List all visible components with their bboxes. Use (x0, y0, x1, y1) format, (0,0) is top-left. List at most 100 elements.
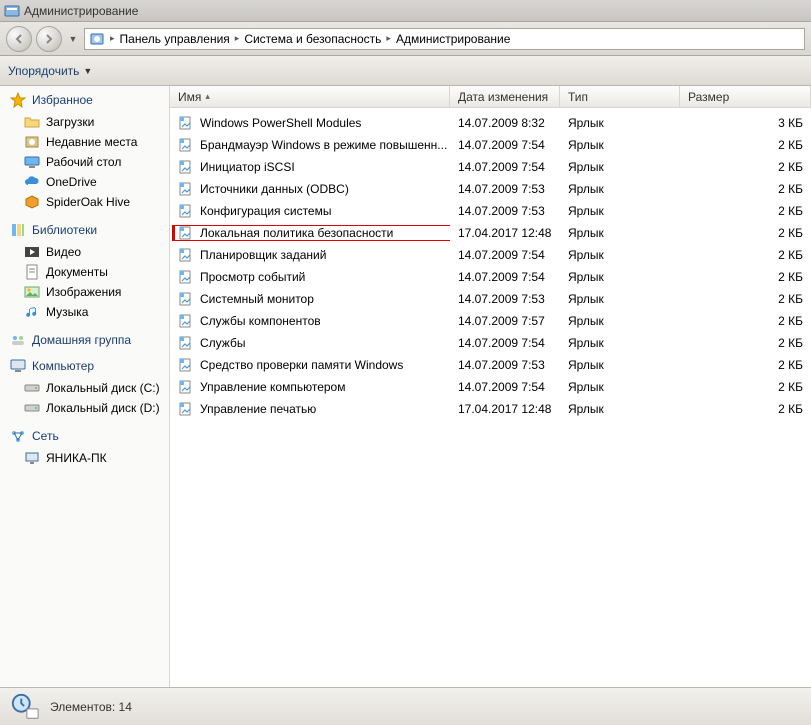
content-area: Избранное Загрузки Недавние места Рабочи… (0, 86, 811, 687)
video-icon (24, 244, 40, 260)
sidebar-label: Локальный диск (C:) (46, 381, 160, 395)
file-name-cell: Системный монитор (170, 291, 450, 307)
sidebar-label: Недавние места (46, 135, 137, 149)
file-row[interactable]: Локальная политика безопасности 17.04.201… (170, 222, 811, 244)
column-date[interactable]: Дата изменения (450, 86, 560, 107)
file-row[interactable]: Инициатор iSCSI14.07.2009 7:54Ярлык2 КБ (170, 156, 811, 178)
sidebar-item-recent[interactable]: Недавние места (10, 132, 169, 152)
sidebar-item-downloads[interactable]: Загрузки (10, 112, 169, 132)
file-row[interactable]: Просмотр событий14.07.2009 7:54Ярлык2 КБ (170, 266, 811, 288)
computer-icon (10, 358, 26, 374)
file-size: 2 КБ (680, 248, 811, 262)
breadcrumb-label: Панель управления (120, 32, 230, 46)
address-bar[interactable]: ▸ Панель управления ▸ Система и безопасн… (84, 28, 805, 50)
file-row[interactable]: Источники данных (ODBC)14.07.2009 7:53Яр… (170, 178, 811, 200)
shortcut-icon (178, 379, 194, 395)
file-name: Локальная политика безопасности (200, 226, 393, 240)
window-icon (4, 3, 20, 19)
column-type[interactable]: Тип (560, 86, 680, 107)
hive-icon (24, 194, 40, 210)
file-type: Ярлык (560, 226, 680, 240)
sidebar-item-video[interactable]: Видео (10, 242, 169, 262)
column-name[interactable]: Имя ▴ (170, 86, 450, 107)
file-type: Ярлык (560, 358, 680, 372)
sidebar-header-computer[interactable]: Компьютер (10, 358, 169, 374)
sidebar-item-music[interactable]: Музыка (10, 302, 169, 322)
file-date: 14.07.2009 7:54 (450, 248, 560, 262)
file-name-cell: Просмотр событий (170, 269, 450, 285)
file-type: Ярлык (560, 138, 680, 152)
sidebar-label: SpiderOak Hive (46, 195, 130, 209)
shortcut-icon (178, 203, 194, 219)
file-row[interactable]: Управление компьютером14.07.2009 7:54Ярл… (170, 376, 811, 398)
breadcrumb-seg[interactable]: ▸ Администрирование (383, 32, 510, 46)
sidebar-item-disk-d[interactable]: Локальный диск (D:) (10, 398, 169, 418)
sidebar-label: Загрузки (46, 115, 94, 129)
file-date: 17.04.2017 12:48 (450, 226, 560, 240)
libraries-icon (10, 222, 26, 238)
file-row[interactable]: Службы14.07.2009 7:54Ярлык2 КБ (170, 332, 811, 354)
column-size[interactable]: Размер (680, 86, 811, 107)
file-name-cell: Локальная политика безопасности (170, 225, 450, 241)
chevron-right-icon: ▸ (232, 33, 243, 44)
sidebar-item-disk-c[interactable]: Локальный диск (C:) (10, 378, 169, 398)
breadcrumb-seg[interactable]: ▸ Система и безопасность (232, 32, 382, 46)
sidebar-item-spideroak[interactable]: SpiderOak Hive (10, 192, 169, 212)
file-row[interactable]: Управление печатью17.04.2017 12:48Ярлык2… (170, 398, 811, 420)
breadcrumb-seg[interactable]: ▸ Панель управления (107, 32, 230, 46)
file-row[interactable]: Брандмауэр Windows в режиме повышенн...1… (170, 134, 811, 156)
sidebar-header-homegroup[interactable]: Домашняя группа (10, 332, 169, 348)
sidebar: Избранное Загрузки Недавние места Рабочи… (0, 86, 170, 687)
file-type: Ярлык (560, 116, 680, 130)
file-name: Службы (200, 336, 245, 350)
file-name: Брандмауэр Windows в режиме повышенн... (200, 138, 447, 152)
file-size: 2 КБ (680, 380, 811, 394)
sidebar-label: Рабочий стол (46, 155, 121, 169)
sidebar-item-onedrive[interactable]: OneDrive (10, 172, 169, 192)
sidebar-item-documents[interactable]: Документы (10, 262, 169, 282)
column-label: Дата изменения (458, 90, 548, 104)
homegroup-icon (10, 332, 26, 348)
file-type: Ярлык (560, 402, 680, 416)
file-row[interactable]: Планировщик заданий14.07.2009 7:54Ярлык2… (170, 244, 811, 266)
file-size: 2 КБ (680, 204, 811, 218)
sort-asc-icon: ▴ (205, 91, 210, 102)
column-headers: Имя ▴ Дата изменения Тип Размер (170, 86, 811, 108)
sidebar-item-images[interactable]: Изображения (10, 282, 169, 302)
file-row[interactable]: Системный монитор14.07.2009 7:53Ярлык2 К… (170, 288, 811, 310)
shortcut-icon (178, 313, 194, 329)
status-text: Элементов: 14 (50, 700, 132, 714)
file-date: 14.07.2009 7:53 (450, 358, 560, 372)
file-row[interactable]: Средство проверки памяти Windows14.07.20… (170, 354, 811, 376)
back-button[interactable] (6, 26, 32, 52)
sidebar-label: Локальный диск (D:) (46, 401, 160, 415)
organize-button[interactable]: Упорядочить ▼ (8, 64, 92, 78)
file-name: Системный монитор (200, 292, 314, 306)
status-bar: Элементов: 14 (0, 687, 811, 725)
file-name: Windows PowerShell Modules (200, 116, 361, 130)
file-size: 2 КБ (680, 226, 811, 240)
titlebar: Администрирование (0, 0, 811, 22)
file-date: 14.07.2009 7:54 (450, 138, 560, 152)
file-name-cell: Windows PowerShell Modules (170, 115, 450, 131)
desktop-icon (24, 154, 40, 170)
file-row[interactable]: Windows PowerShell Modules14.07.2009 8:3… (170, 112, 811, 134)
sidebar-item-network-pc[interactable]: ЯНИКА-ПК (10, 448, 169, 468)
file-row[interactable]: Конфигурация системы14.07.2009 7:53Ярлык… (170, 200, 811, 222)
nav-history-dropdown[interactable]: ▼ (66, 34, 80, 44)
organize-label: Упорядочить (8, 64, 79, 78)
sidebar-item-desktop[interactable]: Рабочий стол (10, 152, 169, 172)
file-name-cell: Средство проверки памяти Windows (170, 357, 450, 373)
file-row[interactable]: Службы компонентов14.07.2009 7:57Ярлык2 … (170, 310, 811, 332)
breadcrumb-label: Система и безопасность (244, 32, 381, 46)
sidebar-header-network[interactable]: Сеть (10, 428, 169, 444)
file-date: 17.04.2017 12:48 (450, 402, 560, 416)
sidebar-header-libraries[interactable]: Библиотеки (10, 222, 169, 238)
sidebar-label: ЯНИКА-ПК (46, 451, 107, 465)
file-type: Ярлык (560, 270, 680, 284)
forward-button[interactable] (36, 26, 62, 52)
sidebar-header-favorites[interactable]: Избранное (10, 92, 169, 108)
sidebar-label: Избранное (32, 93, 93, 107)
shortcut-icon (178, 159, 194, 175)
file-name: Управление компьютером (200, 380, 345, 394)
